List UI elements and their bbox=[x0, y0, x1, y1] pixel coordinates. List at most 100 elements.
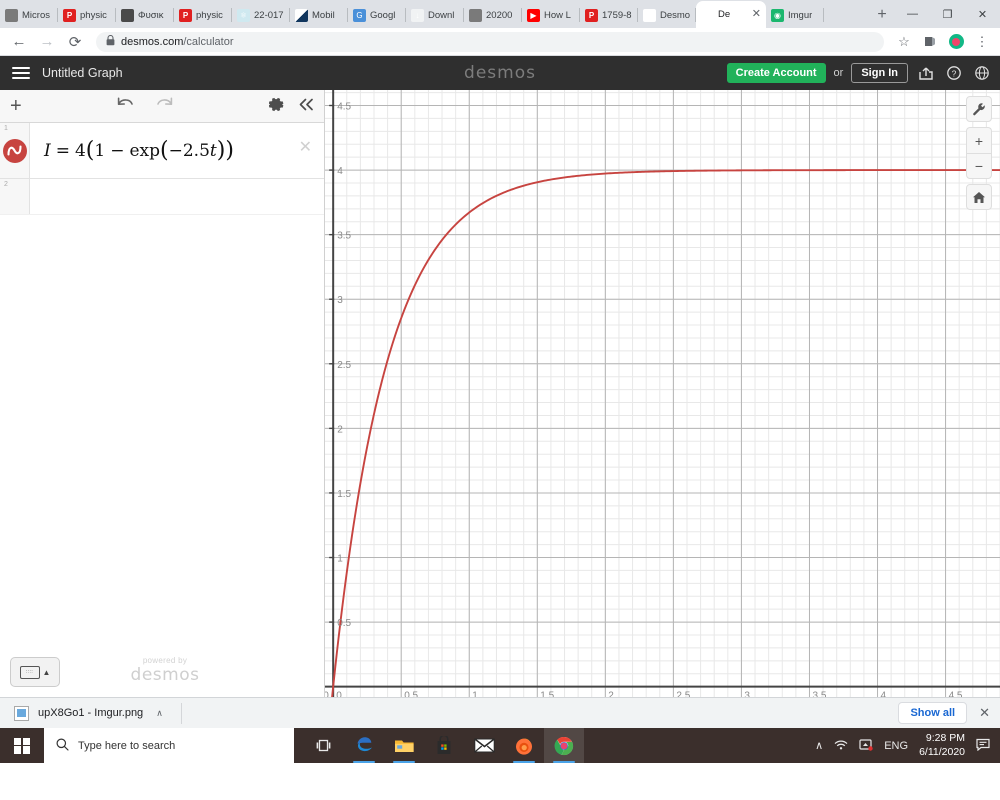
sign-in-button[interactable]: Sign In bbox=[851, 63, 908, 83]
zoom-out-button[interactable]: − bbox=[966, 153, 992, 179]
expr-equals: = bbox=[55, 140, 70, 161]
firefox-icon[interactable] bbox=[504, 728, 544, 763]
tab-title: De bbox=[718, 9, 731, 20]
expression-index-cell: 2 bbox=[0, 179, 30, 214]
undo-icon[interactable] bbox=[116, 97, 134, 115]
language-indicator[interactable]: ENG bbox=[884, 740, 908, 752]
expr-variable: t bbox=[209, 140, 217, 161]
curve-color-swatch[interactable] bbox=[2, 138, 27, 163]
create-account-button[interactable]: Create Account bbox=[726, 63, 826, 83]
task-view-icon[interactable] bbox=[304, 728, 344, 763]
forward-button[interactable]: → bbox=[34, 29, 60, 55]
download-menu-caret-icon[interactable]: ∧ bbox=[156, 708, 163, 719]
chrome-icon[interactable] bbox=[544, 728, 584, 763]
home-icon[interactable] bbox=[966, 184, 992, 210]
help-icon[interactable]: ? bbox=[944, 63, 964, 83]
clock-date: 6/11/2020 bbox=[919, 745, 965, 758]
wrench-icon[interactable] bbox=[966, 96, 992, 122]
browser-tab[interactable]: ↓ Downl bbox=[406, 2, 464, 28]
x-tick-label: 2 bbox=[608, 691, 614, 697]
tab-title: Desmo bbox=[660, 9, 691, 21]
lock-icon bbox=[106, 34, 115, 48]
browser-tab[interactable]: Micros bbox=[0, 2, 58, 28]
start-button[interactable] bbox=[0, 728, 44, 763]
graph-canvas[interactable]: 0 0.5 1 1.5 2 2.5 3 3.5 4 4.5 0.5 1 1.5 2 2.5 3 3.5 4 4.5 0… bbox=[325, 90, 1000, 697]
taskbar-clock[interactable]: 9:28 PM 6/11/2020 bbox=[919, 732, 965, 758]
imgur-icon: ◉ bbox=[771, 8, 784, 22]
desmos-body: + 1 I = 4 (1 − exp (− 2.5 t)) ✕ 2::… bbox=[0, 90, 1000, 697]
browser-tab[interactable]: ▼ De ✕ bbox=[696, 1, 766, 28]
reload-button[interactable]: ⟳ bbox=[62, 29, 88, 55]
browser-tab[interactable]: Φυσικ bbox=[116, 2, 174, 28]
downloads-bar-actions: Show all ✕ bbox=[898, 702, 990, 724]
tab-title: 1759-8 bbox=[602, 9, 632, 21]
expr-open-paren-2: ( bbox=[160, 138, 169, 163]
expression-row-1[interactable]: 1 I = 4 ( 1 − exp ( − 2.5 t)) ✕ bbox=[0, 123, 324, 179]
x-tick-label: 0.5 bbox=[404, 691, 418, 697]
browser-tab[interactable]: P 1759-8 bbox=[580, 2, 638, 28]
extensions-icon[interactable] bbox=[918, 30, 942, 54]
y-tick-label: 2 bbox=[337, 424, 343, 435]
expression-number: 2 bbox=[4, 181, 8, 188]
graph-controls: + − bbox=[966, 96, 992, 210]
chrome-menu-button[interactable]: ⋮ bbox=[970, 30, 994, 54]
browser-tab[interactable]: ▶ How L bbox=[522, 2, 580, 28]
browser-tab[interactable]: Mobil bbox=[290, 2, 348, 28]
zoom-in-button[interactable]: + bbox=[966, 127, 992, 153]
microsoft-store-icon[interactable] bbox=[424, 728, 464, 763]
bookmark-star-icon[interactable]: ☆ bbox=[892, 30, 916, 54]
back-button[interactable]: ← bbox=[6, 29, 32, 55]
expression-sidebar: + 1 I = 4 (1 − exp (− 2.5 t)) ✕ 2::… bbox=[0, 90, 325, 697]
sidebar-toolbar: + bbox=[0, 90, 324, 123]
show-all-downloads-button[interactable]: Show all bbox=[898, 702, 968, 724]
mail-icon[interactable] bbox=[464, 728, 504, 763]
expression-math[interactable]: I = 4 ( 1 − exp ( − 2.5 t ) ) bbox=[30, 123, 324, 178]
globe-icon[interactable] bbox=[972, 63, 992, 83]
delete-expression-button[interactable]: ✕ bbox=[299, 137, 312, 157]
desmos-header: Untitled Graph desmos Create Account or … bbox=[0, 56, 1000, 90]
minimize-button[interactable]: — bbox=[895, 0, 930, 28]
redo-icon[interactable] bbox=[156, 97, 174, 115]
expr-open-paren-1: ( bbox=[85, 138, 95, 163]
sound-icon[interactable] bbox=[859, 738, 873, 754]
browser-tab[interactable]: ◉ Imgur bbox=[766, 2, 824, 28]
tray-overflow-icon[interactable]: ∧ bbox=[815, 739, 823, 752]
keyboard-toggle-button[interactable]: :::: ▲ bbox=[10, 657, 60, 687]
collapse-sidebar-icon[interactable] bbox=[298, 98, 314, 114]
browser-tab-strip: Micros Pphysic Φυσικ Pphysic ⚛ 22-017 Mobil G Go… bbox=[0, 0, 1000, 28]
profile-avatar[interactable] bbox=[944, 30, 968, 54]
new-tab-button[interactable]: + bbox=[869, 2, 895, 28]
expr-coefficient: 4 bbox=[74, 140, 86, 161]
x-tick-label: 0 bbox=[336, 691, 342, 697]
action-center-icon[interactable] bbox=[976, 738, 990, 754]
file-explorer-icon[interactable] bbox=[384, 728, 424, 763]
windows-taskbar: Type here to search ∧ ENG 9:28 PM 6/11/2… bbox=[0, 728, 1000, 763]
gear-icon[interactable] bbox=[268, 97, 284, 115]
browser-tab[interactable]: ▼ Desmo bbox=[638, 2, 696, 28]
share-icon[interactable] bbox=[916, 63, 936, 83]
address-bar[interactable]: desmos.com/calculator bbox=[96, 31, 884, 52]
close-tab-button[interactable]: ✕ bbox=[752, 9, 761, 20]
add-expression-button[interactable]: + bbox=[10, 96, 22, 116]
browser-tab[interactable]: Pphysic bbox=[174, 2, 232, 28]
expr-minus: − bbox=[110, 140, 125, 161]
y-tick-label: 3.5 bbox=[337, 231, 351, 242]
taskbar-search-box[interactable]: Type here to search bbox=[44, 728, 294, 763]
graph-title[interactable]: Untitled Graph bbox=[42, 66, 123, 80]
edge-icon[interactable] bbox=[344, 728, 384, 763]
origin-label: 0 bbox=[325, 691, 329, 697]
close-downloads-bar-button[interactable]: ✕ bbox=[979, 705, 990, 721]
globe-icon bbox=[469, 8, 482, 22]
menu-icon[interactable] bbox=[8, 67, 34, 79]
browser-tab[interactable]: G Googl bbox=[348, 2, 406, 28]
browser-tab[interactable]: ⚛ 22-017 bbox=[232, 2, 290, 28]
download-item[interactable]: upX8Go1 - Imgur.png ∧ bbox=[10, 702, 182, 724]
close-window-button[interactable]: ✕ bbox=[965, 0, 1000, 28]
powered-by-watermark: powered by desmos bbox=[120, 656, 210, 685]
browser-tab[interactable]: Pphysic bbox=[58, 2, 116, 28]
maximize-button[interactable]: ❐ bbox=[930, 0, 965, 28]
network-icon[interactable] bbox=[834, 738, 848, 753]
browser-tab[interactable]: 20200 bbox=[464, 2, 522, 28]
expression-row-2[interactable]: 2 bbox=[0, 179, 324, 215]
pdf-icon: P bbox=[63, 8, 76, 22]
